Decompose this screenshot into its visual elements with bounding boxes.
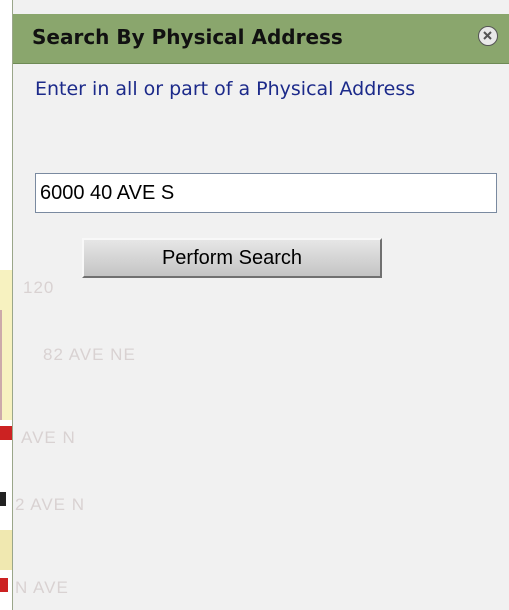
panel-titlebar: Search By Physical Address	[13, 14, 509, 64]
address-input[interactable]	[35, 173, 497, 213]
map-label-ghost: 120	[23, 278, 55, 297]
perform-search-button[interactable]: Perform Search	[82, 238, 382, 278]
map-road-segment	[0, 578, 8, 592]
panel-title: Search By Physical Address	[32, 25, 343, 49]
map-label-ghost: AVE N	[21, 428, 76, 447]
map-road-segment	[0, 530, 12, 570]
map-road-segment	[0, 270, 12, 310]
instruction-text: Enter in all or part of a Physical Addre…	[35, 78, 416, 100]
map-label-ghost: 82 AVE NE	[43, 345, 136, 364]
map-label-ghost: N AVE	[15, 578, 69, 597]
close-icon[interactable]	[478, 26, 498, 46]
search-panel: Search By Physical Address Enter in all …	[12, 0, 509, 610]
map-road-segment	[0, 492, 6, 506]
map-label-ghost: 2 AVE N	[15, 495, 85, 514]
map-road-segment	[0, 426, 12, 440]
map-edge	[0, 0, 14, 610]
